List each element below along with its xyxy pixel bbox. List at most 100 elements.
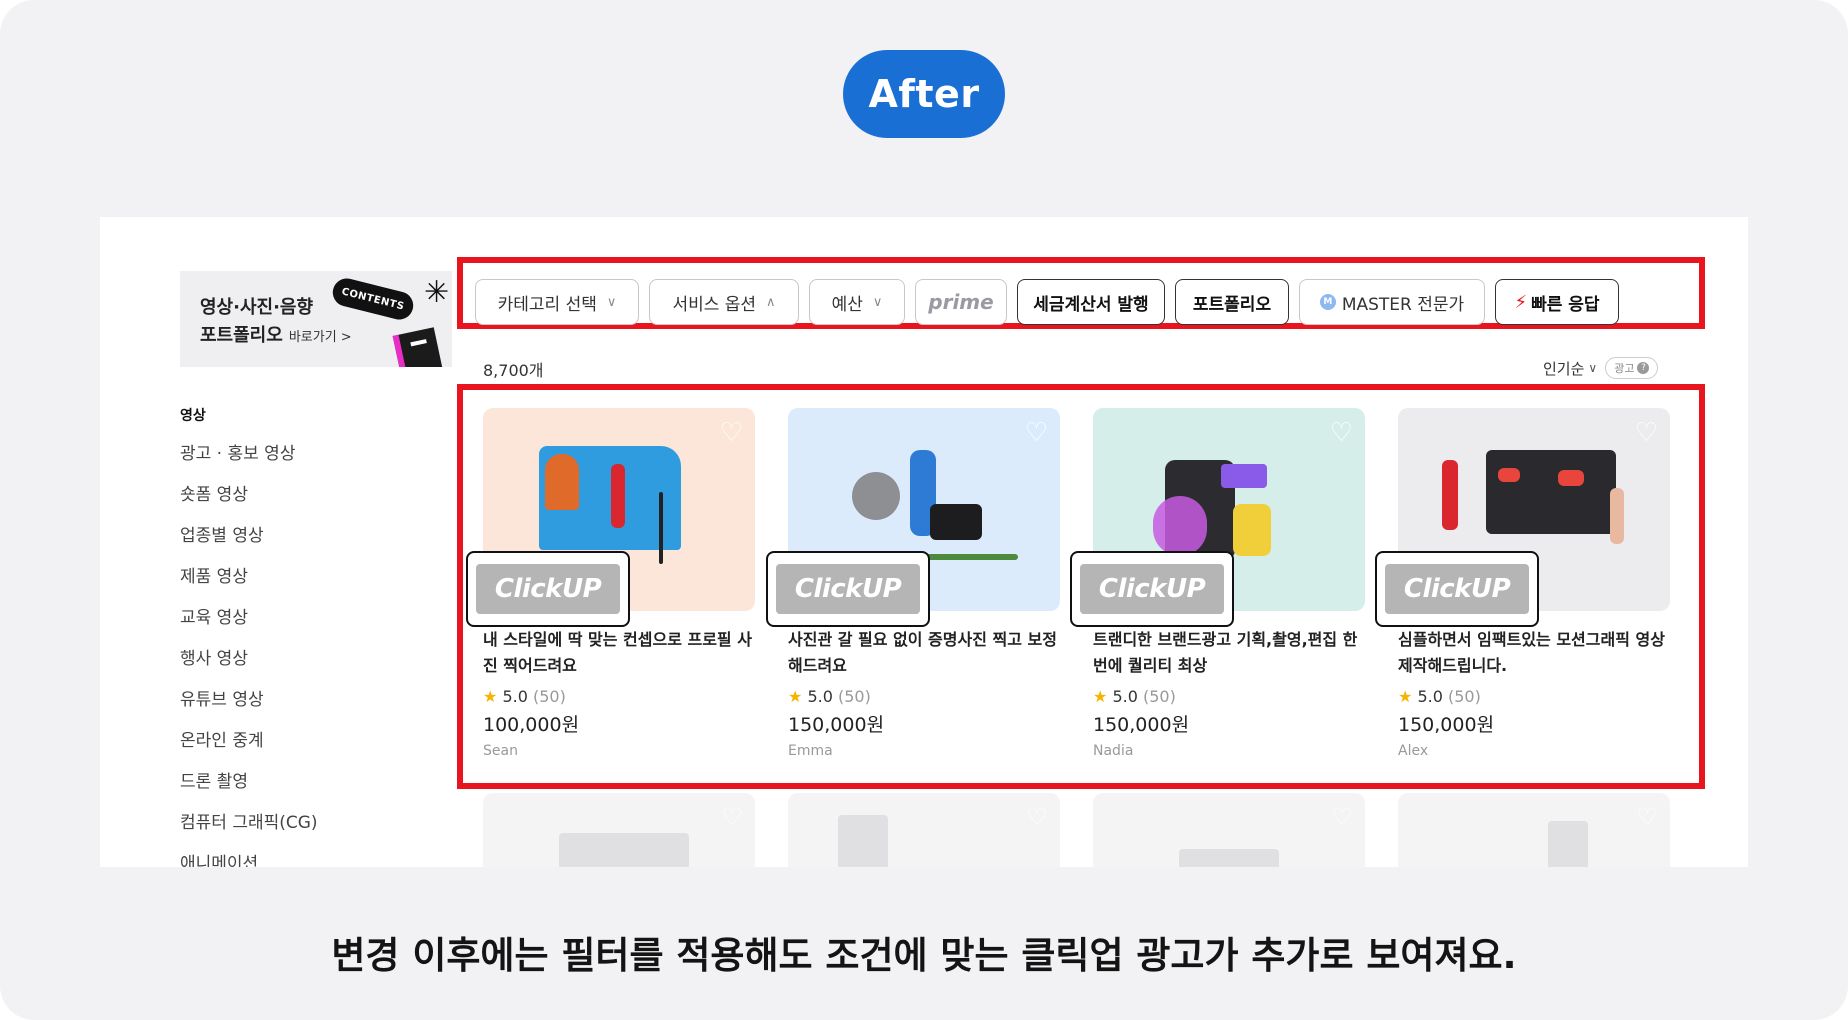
heart-icon[interactable]: ♡: [1025, 418, 1048, 448]
review-count: (50): [837, 687, 871, 706]
photographer-illustration: [545, 454, 579, 510]
gig-title[interactable]: 심플하면서 임팩트있는 모션그래픽 영상 제작해드립니다.: [1398, 627, 1670, 679]
video-tile-illustration: [1498, 468, 1520, 482]
service-options-label: 서비스 옵션: [672, 294, 757, 315]
person-illustration: [1442, 460, 1458, 530]
prime-filter[interactable]: prime: [915, 279, 1007, 325]
heart-icon[interactable]: ♡: [1636, 803, 1658, 831]
seller-name[interactable]: Nadia: [1093, 743, 1365, 759]
fast-response-filter[interactable]: ⚡ 빠른 응답: [1495, 279, 1619, 325]
monitor-illustration: [1486, 450, 1616, 534]
film-reel-illustration: [852, 472, 900, 520]
lightning-icon: ⚡: [1514, 291, 1528, 313]
category-filter[interactable]: 카테고리 선택 ∨: [475, 279, 639, 325]
thumbnail-illustration: [1179, 849, 1279, 867]
sort-control: 인기순 ∨ 광고?: [1543, 357, 1659, 379]
banner-link[interactable]: 바로가기 >: [289, 330, 352, 345]
rating-value: 5.0: [1112, 687, 1138, 706]
gig-price: 150,000원: [1093, 714, 1190, 736]
tax-invoice-filter[interactable]: 세금계산서 발행: [1017, 279, 1165, 325]
heart-icon[interactable]: ♡: [1635, 418, 1658, 448]
clickup-logo: ClickUP: [1080, 564, 1224, 614]
sidebar-item-animation[interactable]: 애니메이션: [180, 849, 318, 867]
portfolio-banner[interactable]: 영상·사진·음향 포트폴리오 바로가기 > CONTENTS ✳: [180, 271, 452, 367]
chevron-down-icon: ∨: [872, 294, 883, 310]
master-filter[interactable]: M MASTER 전문가: [1299, 279, 1485, 325]
sidebar-item-online-stream[interactable]: 온라인 중계: [180, 726, 318, 767]
ad-info-badge[interactable]: 광고?: [1605, 357, 1659, 379]
banner-subtitle: 포트폴리오 바로가기 >: [200, 321, 352, 347]
gig-title[interactable]: 트랜디한 브랜드광고 기획,촬영,편집 한번에 퀄리티 최상: [1093, 627, 1365, 679]
gig-card-preview[interactable]: ♡: [483, 793, 755, 867]
clapperboard-illustration: [930, 504, 982, 540]
gig-title[interactable]: 사진관 갈 필요 없이 증명사진 찍고 보정해드려요: [788, 627, 1060, 679]
star-icon: ★: [788, 687, 803, 706]
sidebar-item-product-video[interactable]: 제품 영상: [180, 562, 318, 603]
thumbnail-illustration: [559, 833, 689, 867]
after-badge: After: [843, 50, 1005, 138]
gig-card-preview[interactable]: ♡: [1398, 793, 1670, 867]
sidebar-item-youtube-video[interactable]: 유튜브 영상: [180, 685, 318, 726]
gig-rating: ★ 5.0 (50): [483, 687, 755, 706]
sort-dropdown[interactable]: 인기순: [1543, 358, 1584, 379]
person-illustration: [1610, 488, 1624, 544]
chevron-up-icon: ∧: [766, 294, 776, 310]
thumbnail-illustration: [838, 815, 888, 867]
seller-name[interactable]: Alex: [1398, 743, 1670, 759]
master-filter-label: MASTER 전문가: [1341, 294, 1465, 315]
gig-title[interactable]: 내 스타일에 딱 맞는 컨셉으로 프로필 사진 찍어드려요: [483, 627, 755, 679]
seller-name[interactable]: Emma: [788, 743, 1060, 759]
banner-subtitle-text: 포트폴리오: [200, 325, 283, 346]
sidebar-list: 광고 · 홍보 영상 숏폼 영상 업종별 영상 제품 영상 교육 영상 행사 영…: [180, 439, 318, 867]
rating-value: 5.0: [1417, 687, 1443, 706]
rating-bubble-illustration: [1221, 464, 1267, 488]
banner-title: 영상·사진·음향: [200, 297, 314, 318]
sidebar-item-event-video[interactable]: 행사 영상: [180, 644, 318, 685]
gig-card-preview[interactable]: ♡: [788, 793, 1060, 867]
heart-icon[interactable]: ♡: [1331, 803, 1353, 831]
sidebar-item-shortform[interactable]: 숏폼 영상: [180, 480, 318, 521]
contents-tag: CONTENTS: [329, 275, 417, 323]
heart-icon[interactable]: ♡: [1330, 418, 1353, 448]
clickup-logo: ClickUP: [476, 564, 620, 614]
clickup-logo: ClickUP: [1385, 564, 1529, 614]
clickup-ad-label: ClickUP: [766, 551, 930, 627]
star-icon: ★: [483, 687, 498, 706]
fast-response-label: 빠른 응답: [1531, 294, 1600, 315]
gig-rating: ★ 5.0 (50): [1093, 687, 1365, 706]
sidebar-item-ad-promo-video[interactable]: 광고 · 홍보 영상: [180, 439, 318, 480]
filter-bar-highlight: 카테고리 선택 ∨ 서비스 옵션 ∧ 예산 ∨ prime 세금계산서 발행 포…: [457, 257, 1705, 329]
chevron-down-icon: ∨: [606, 294, 617, 310]
slide-canvas: After 영상·사진·음향 포트폴리오 바로가기 > CONTENTS ✳ 영상…: [0, 0, 1848, 1020]
video-tile-illustration: [1558, 470, 1584, 486]
model-illustration: [611, 464, 625, 528]
sidebar-item-drone[interactable]: 드론 촬영: [180, 767, 318, 808]
review-count: (50): [1447, 687, 1481, 706]
rating-value: 5.0: [502, 687, 528, 706]
chevron-down-icon[interactable]: ∨: [1588, 361, 1597, 375]
heart-icon[interactable]: ♡: [1026, 803, 1048, 831]
gig-price: 150,000원: [1398, 714, 1495, 736]
gig-rating: ★ 5.0 (50): [788, 687, 1060, 706]
sidebar-item-education-video[interactable]: 교육 영상: [180, 603, 318, 644]
star-icon: ★: [1398, 687, 1413, 706]
asterisk-icon: ✳: [424, 275, 450, 310]
gig-price: 150,000원: [788, 714, 885, 736]
heart-icon[interactable]: ♡: [721, 803, 743, 831]
budget-filter[interactable]: 예산 ∨: [809, 279, 905, 325]
portfolio-filter[interactable]: 포트폴리오: [1175, 279, 1289, 325]
review-count: (50): [532, 687, 566, 706]
clickup-ad-label: ClickUP: [466, 551, 630, 627]
sidebar-item-cg[interactable]: 컴퓨터 그래픽(CG): [180, 808, 318, 849]
category-filter-label: 카테고리 선택: [497, 294, 597, 315]
service-options-filter[interactable]: 서비스 옵션 ∧: [649, 279, 799, 325]
seller-name[interactable]: Sean: [483, 743, 755, 759]
master-icon: M: [1319, 294, 1336, 310]
review-count: (50): [1142, 687, 1176, 706]
gig-price: 100,000원: [483, 714, 580, 736]
heart-icon[interactable]: ♡: [720, 418, 743, 448]
clickup-ad-label: ClickUP: [1070, 551, 1234, 627]
sidebar-item-industry-video[interactable]: 업종별 영상: [180, 521, 318, 562]
gig-card-preview[interactable]: ♡: [1093, 793, 1365, 867]
rating-value: 5.0: [807, 687, 833, 706]
